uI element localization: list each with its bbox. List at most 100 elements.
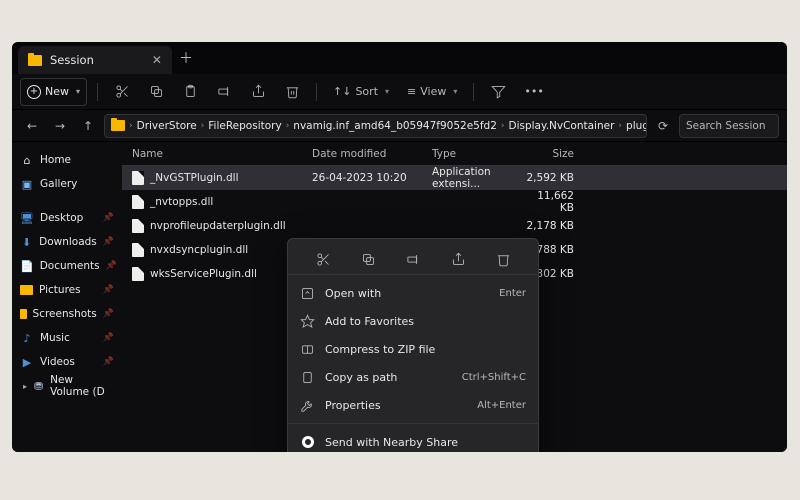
sidebar-gallery[interactable]: ▣Gallery <box>12 172 122 196</box>
separator <box>473 83 474 101</box>
folder-icon <box>111 120 125 131</box>
sidebar-screenshots[interactable]: Screenshots📌 <box>12 302 122 326</box>
ctx-nearby-share[interactable]: Send with Nearby Share <box>288 428 538 452</box>
sort-button[interactable]: ↑↓ Sort ▾ <box>327 78 395 106</box>
filter-button[interactable] <box>484 78 512 106</box>
tab-title: Session <box>50 53 94 67</box>
file-icon <box>132 171 144 185</box>
sidebar-pictures[interactable]: Pictures 📌 <box>12 278 122 302</box>
crumb[interactable]: FileRepository <box>208 120 281 132</box>
folder-icon <box>28 55 42 66</box>
col-date[interactable]: Date modified <box>312 148 432 160</box>
folder-icon <box>20 309 27 319</box>
file-icon <box>132 267 144 281</box>
ctx-cut[interactable] <box>309 248 337 272</box>
refresh-button[interactable]: ⟳ <box>651 114 675 138</box>
separator <box>316 83 317 101</box>
forward-button[interactable]: → <box>48 114 72 138</box>
crumb[interactable]: plugins <box>626 120 647 132</box>
tab-strip: Session ✕ ＋ <box>12 42 787 74</box>
chevron-down-icon: ▾ <box>76 87 80 96</box>
breadcrumb[interactable]: › DriverStore› FileRepository› nvamig.in… <box>104 114 647 138</box>
label: New Volume (D <box>50 374 114 398</box>
copy-icon <box>361 252 376 267</box>
ctx-delete[interactable] <box>489 248 517 272</box>
file-name: nvprofileupdaterplugin.dll <box>150 220 286 232</box>
ctx-add-favorites[interactable]: Add to Favorites <box>288 307 538 335</box>
paste-button[interactable] <box>176 78 204 106</box>
file-row[interactable]: _nvtopps.dll 11,662 KB <box>122 190 787 214</box>
close-tab-icon[interactable]: ✕ <box>152 53 162 67</box>
shortcut: Ctrl+Shift+C <box>462 372 526 383</box>
file-name: nvxdsyncplugin.dll <box>150 244 248 256</box>
pin-icon: 📌 <box>103 285 114 295</box>
label: Documents <box>40 260 100 272</box>
new-tab-button[interactable]: ＋ <box>172 42 200 74</box>
cut-button[interactable] <box>108 78 136 106</box>
ctx-properties[interactable]: PropertiesAlt+Enter <box>288 391 538 419</box>
pin-icon: 📌 <box>103 357 114 367</box>
new-button[interactable]: + New ▾ <box>20 78 87 106</box>
label: Screenshots <box>33 308 97 320</box>
up-button[interactable]: ↑ <box>76 114 100 138</box>
file-icon <box>132 195 144 209</box>
ctx-rename[interactable] <box>399 248 427 272</box>
view-button[interactable]: ≡ View ▾ <box>401 78 463 106</box>
chevron-down-icon: ▾ <box>385 87 389 96</box>
crumb[interactable]: Display.NvContainer <box>508 120 614 132</box>
sidebar-desktop[interactable]: 🖥Desktop📌 <box>12 206 122 230</box>
label: Open with <box>325 287 381 300</box>
col-name[interactable]: Name <box>122 148 312 160</box>
crumb[interactable]: nvamig.inf_amd64_b05947f9052e5fd2 <box>293 120 497 132</box>
filter-icon <box>491 84 506 99</box>
label: Videos <box>40 356 75 368</box>
label: Home <box>40 154 71 166</box>
chevron-right-icon[interactable]: ▸ <box>23 382 27 391</box>
ctx-share[interactable] <box>444 248 472 272</box>
sidebar-home[interactable]: ⌂ Home <box>12 148 122 172</box>
sidebar: ⌂ Home ▣Gallery 🖥Desktop📌 ⬇Downloads📌 📄Do… <box>12 142 122 452</box>
toolbar: + New ▾ ↑↓ Sort ▾ ≡ View ▾ ••• <box>12 74 787 110</box>
wrench-icon <box>300 398 315 413</box>
copy-button[interactable] <box>142 78 170 106</box>
col-size[interactable]: Size <box>520 148 590 160</box>
ctx-copy[interactable] <box>354 248 382 272</box>
file-row[interactable]: _NvGSTPlugin.dll 26-04-2023 10:20 Applic… <box>122 166 787 190</box>
crumb[interactable]: DriverStore <box>137 120 197 132</box>
path-icon <box>300 370 315 385</box>
home-icon: ⌂ <box>20 153 34 167</box>
file-row[interactable]: nvprofileupdaterplugin.dll 2,178 KB <box>122 214 787 238</box>
ctx-open-with[interactable]: Open withEnter <box>288 279 538 307</box>
label: Downloads <box>39 236 97 248</box>
chevron-right-icon: › <box>129 121 133 131</box>
explorer-window: Session ✕ ＋ + New ▾ ↑↓ Sort ▾ ≡ View ▾ <box>12 42 787 452</box>
file-name: _NvGSTPlugin.dll <box>150 172 239 184</box>
back-button[interactable]: ← <box>20 114 44 138</box>
file-icon <box>132 219 144 233</box>
sidebar-downloads[interactable]: ⬇Downloads📌 <box>12 230 122 254</box>
sidebar-documents[interactable]: 📄Documents📌 <box>12 254 122 278</box>
label: Pictures <box>39 284 81 296</box>
ctx-compress-zip[interactable]: Compress to ZIP file <box>288 335 538 363</box>
sidebar-music[interactable]: ♪Music📌 <box>12 326 122 350</box>
tab-session[interactable]: Session ✕ <box>18 46 172 74</box>
share-button[interactable] <box>244 78 272 106</box>
share-icon <box>251 84 266 99</box>
col-type[interactable]: Type <box>432 148 520 160</box>
view-label: View <box>420 85 446 98</box>
desktop-icon: 🖥 <box>20 211 34 225</box>
sidebar-drive[interactable]: ▸⛃New Volume (D <box>12 374 122 398</box>
delete-button[interactable] <box>278 78 306 106</box>
rename-button[interactable] <box>210 78 238 106</box>
trash-icon <box>496 252 511 267</box>
search-input[interactable]: Search Session <box>679 114 779 138</box>
more-button[interactable]: ••• <box>518 78 549 106</box>
list-icon: ≡ <box>407 85 416 98</box>
gallery-icon: ▣ <box>20 177 34 191</box>
search-placeholder: Search Session <box>686 120 765 132</box>
ctx-copy-path[interactable]: Copy as pathCtrl+Shift+C <box>288 363 538 391</box>
rename-icon <box>217 84 232 99</box>
sidebar-videos[interactable]: ▶ Videos 📌 <box>12 350 122 374</box>
video-icon: ▶ <box>20 355 34 369</box>
share-icon <box>451 252 466 267</box>
